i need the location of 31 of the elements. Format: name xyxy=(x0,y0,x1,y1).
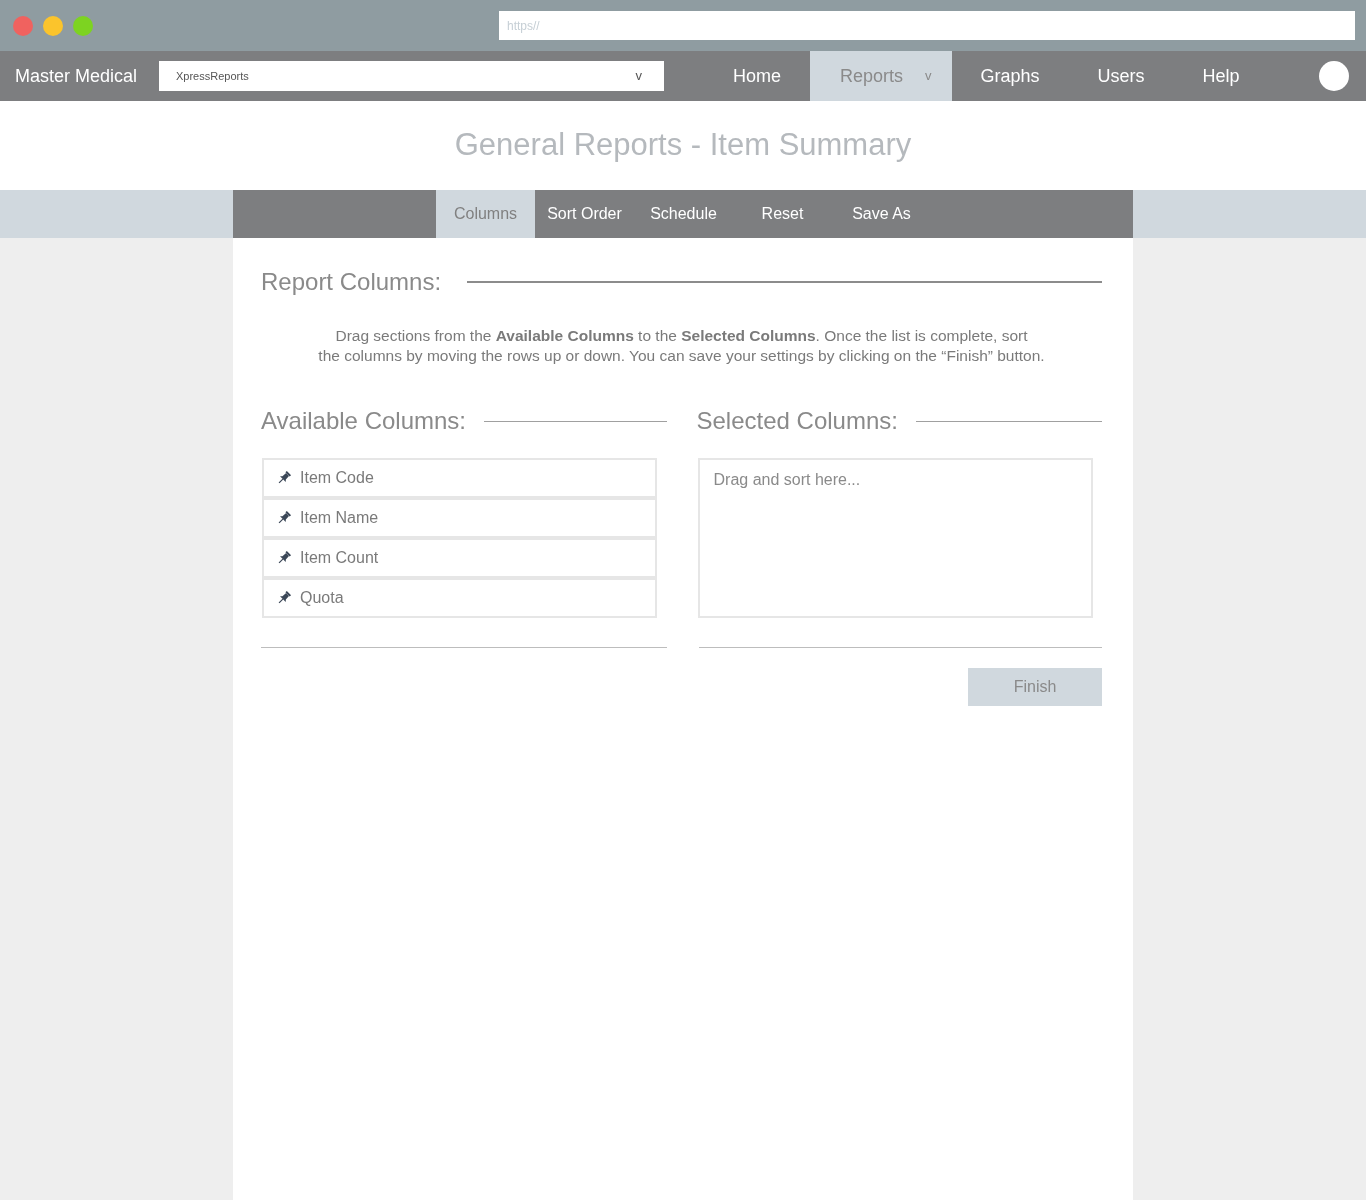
nav-link[interactable]: Reports v xyxy=(810,51,952,101)
nav-link[interactable]: Help xyxy=(1173,51,1269,101)
brand-name: Master Medical xyxy=(14,64,139,88)
pushpin-icon xyxy=(276,470,292,486)
avatar-icon[interactable] xyxy=(1319,61,1349,91)
column-list-item[interactable]: Quota xyxy=(262,578,657,618)
toolbar-tab[interactable]: Columns xyxy=(436,190,535,238)
column-list-item[interactable]: Item Name xyxy=(262,498,657,538)
column-list-item[interactable]: Item Count xyxy=(262,538,657,578)
window-control-icon[interactable] xyxy=(13,15,33,36)
nav-link[interactable]: Home xyxy=(704,51,810,101)
toolbar-tab[interactable]: Schedule xyxy=(634,190,733,238)
pushpin-icon xyxy=(276,510,292,526)
pushpin-icon xyxy=(276,550,292,566)
column-heading: Available Columns: xyxy=(261,406,466,436)
toolbar-tab[interactable]: Sort Order xyxy=(535,190,634,238)
column-heading: Selected Columns: xyxy=(696,406,898,436)
window-control-icon[interactable] xyxy=(43,15,63,36)
address-field[interactable]: https// xyxy=(499,11,1355,40)
column-list-item[interactable]: Item Code xyxy=(262,458,657,498)
page-title: General Reports - Item Summary xyxy=(454,126,912,165)
instructions-text: Drag sections from the Available Columns to the Selected Columns. Once the list is complete, sort the columns by moving the rows up or down. You can save your settings by clicking on the “Finish” button. xyxy=(317,326,1046,366)
section-title: Report Columns: xyxy=(261,267,442,297)
nav-link[interactable]: Graphs xyxy=(951,51,1069,101)
toolbar-tab[interactable]: Save As xyxy=(832,190,931,238)
pushpin-icon xyxy=(276,590,292,606)
toolbar-tab[interactable]: Reset xyxy=(733,190,832,238)
window-control-icon[interactable] xyxy=(73,15,93,36)
app-select[interactable]: XpressReports v xyxy=(159,61,664,91)
nav-link[interactable]: Users xyxy=(1068,51,1174,101)
drop-zone-field[interactable]: Drag and sort here... xyxy=(697,458,1093,618)
